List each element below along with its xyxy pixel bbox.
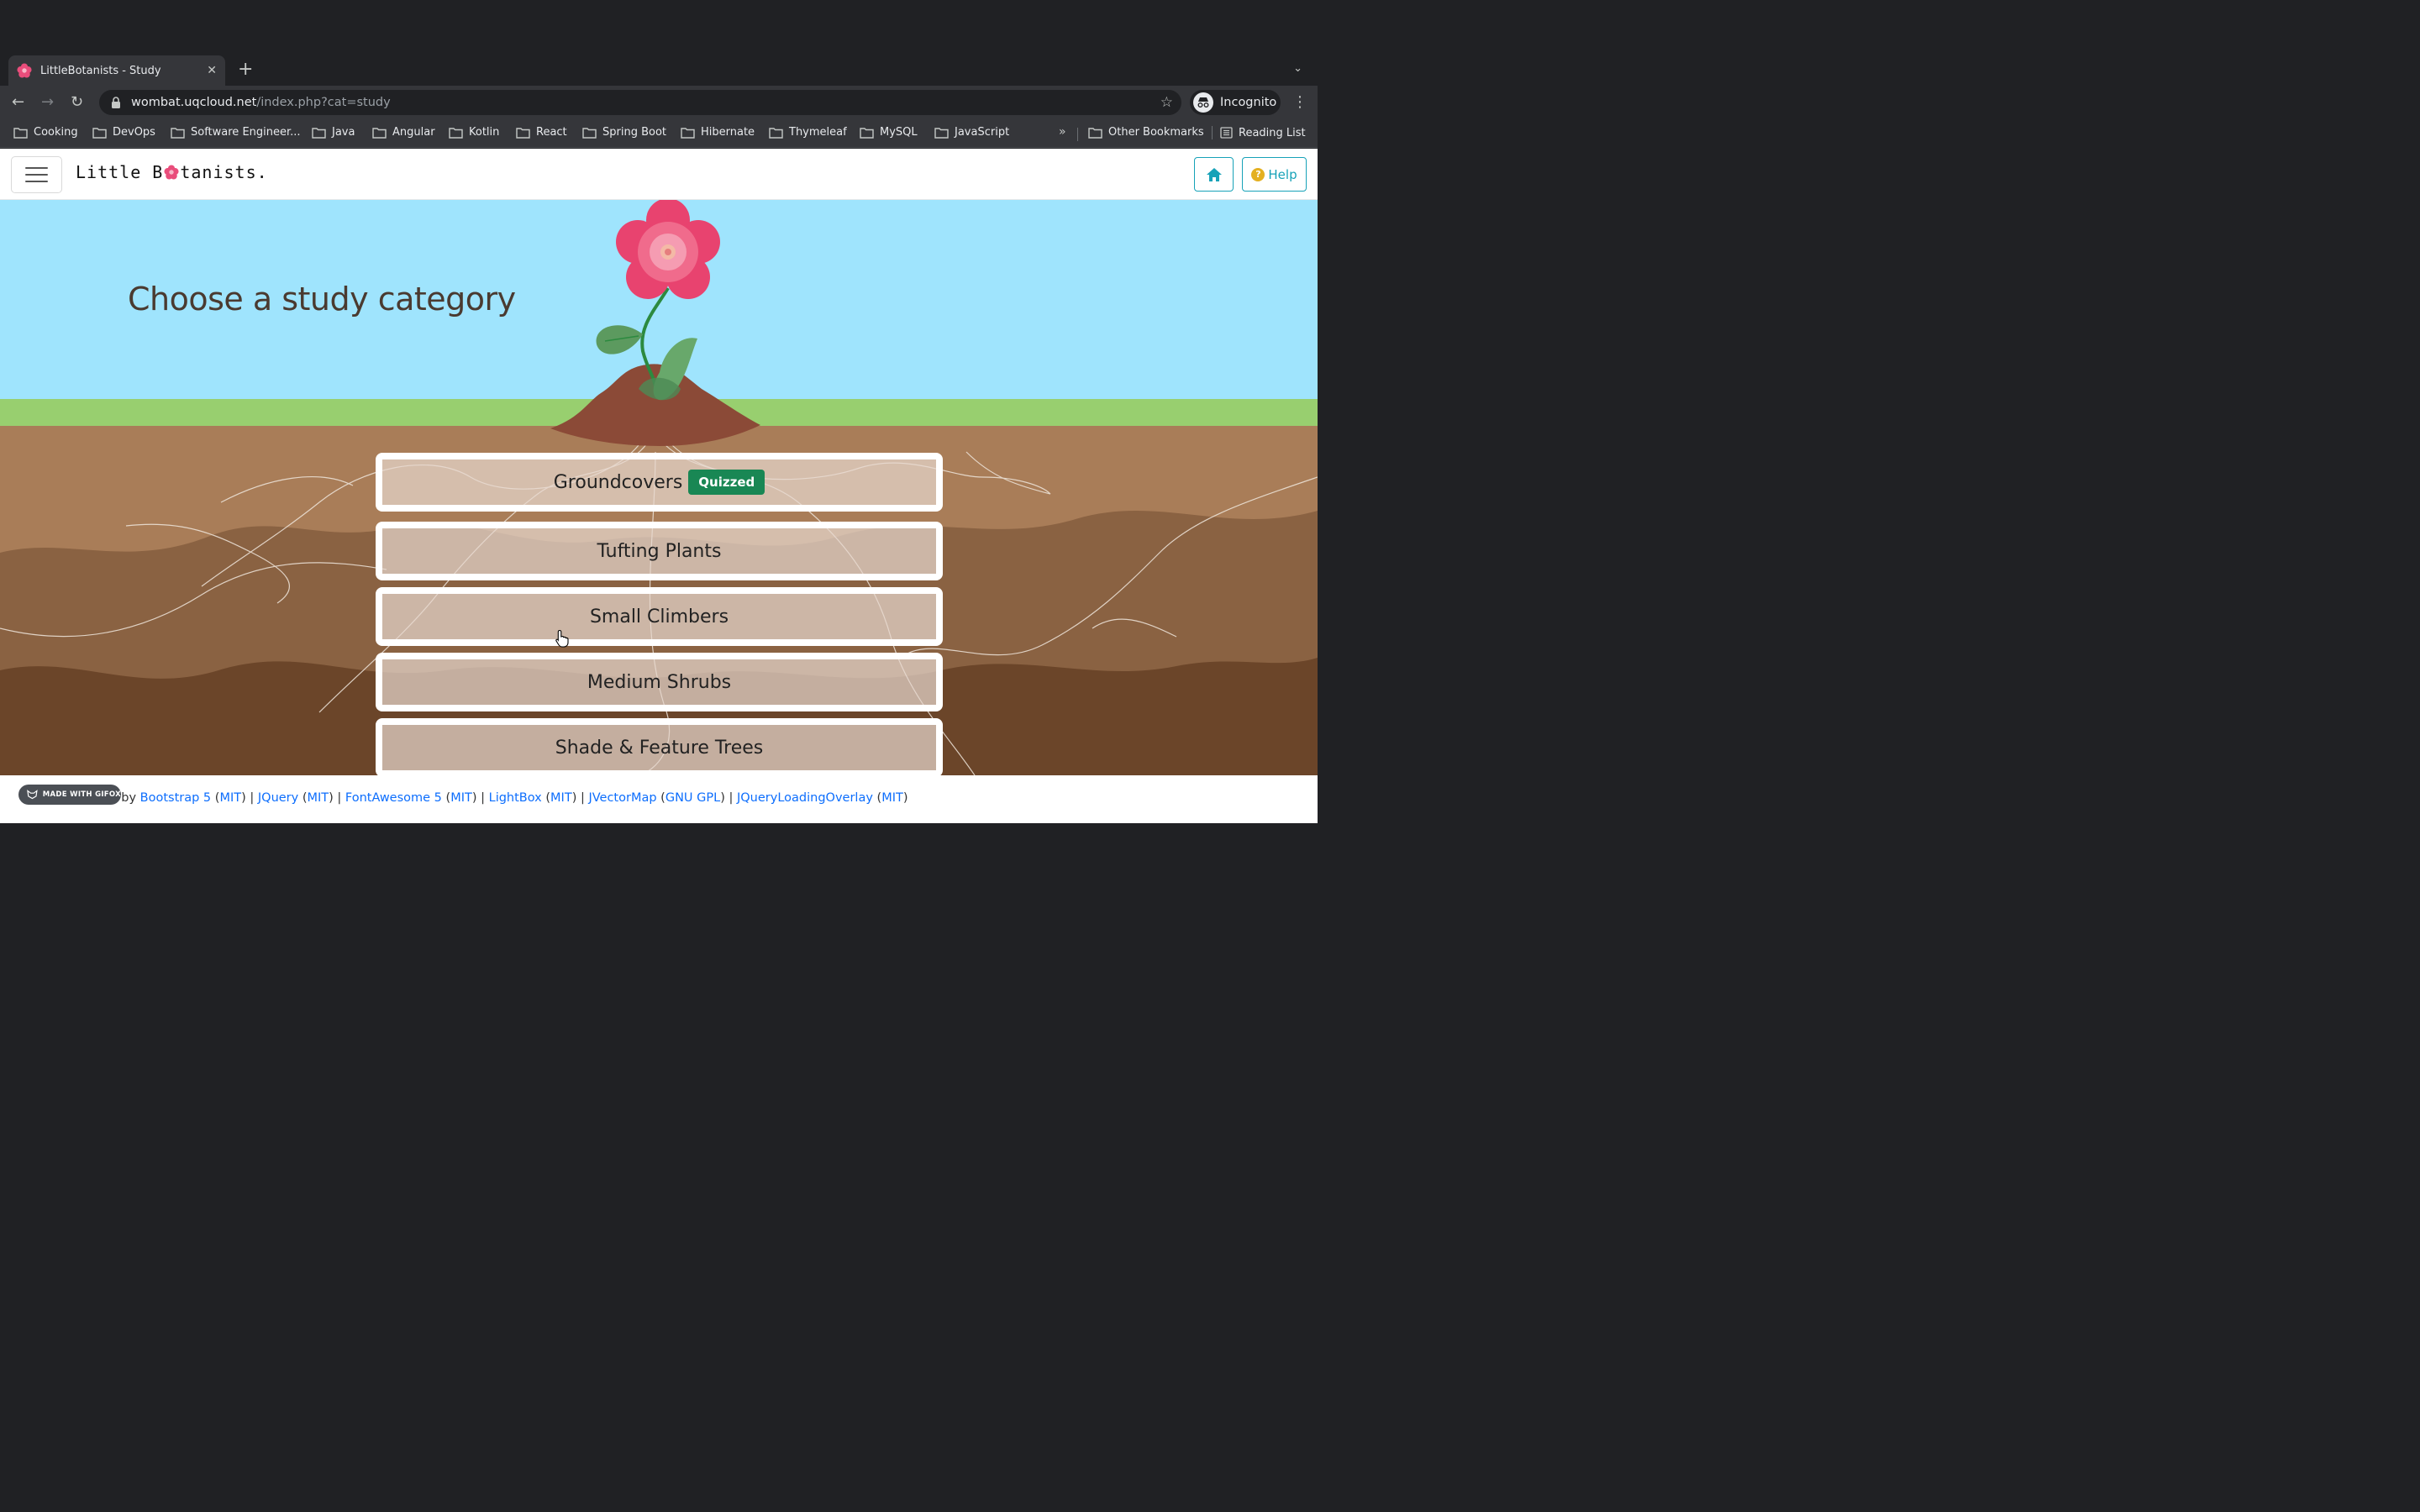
bookmark-software-engineer[interactable]: Software Engineer... [171, 126, 301, 139]
bookmark-devops[interactable]: DevOps [92, 126, 155, 139]
footer-link-bootstrap[interactable]: Bootstrap 5 [140, 791, 212, 805]
folder-icon [582, 127, 597, 139]
flower-logo-icon [164, 165, 179, 180]
footer-license-link[interactable]: GNU GPL [666, 791, 720, 805]
help-button[interactable]: ? Help [1242, 157, 1307, 192]
bookmarks-divider [1077, 128, 1078, 141]
category-label: Small Climbers [589, 606, 729, 627]
hamburger-icon[interactable] [11, 156, 62, 193]
category-label: Groundcovers [553, 471, 683, 493]
folder-icon [1088, 127, 1102, 139]
folder-icon [934, 127, 949, 139]
back-icon[interactable]: ← [12, 92, 24, 113]
home-button[interactable] [1194, 157, 1234, 192]
bookmark-other-bookmarks[interactable]: Other Bookmarks [1088, 126, 1204, 139]
plus-icon[interactable]: + [238, 59, 253, 81]
bookmark-angular[interactable]: Angular [372, 126, 435, 139]
chevron-down-icon[interactable]: ⌄ [1293, 62, 1302, 75]
forward-icon[interactable]: → [41, 92, 54, 113]
folder-icon [681, 127, 695, 139]
browser-toolbar: ← → ↻ wombat.uqcloud.net /index.php?cat=… [0, 86, 1318, 119]
profile-button[interactable]: Incognito [1190, 90, 1281, 115]
hand-cursor-icon [555, 629, 569, 648]
footer-link-jvectormap[interactable]: JVectorMap [588, 791, 656, 805]
footer-license-link[interactable]: MIT [550, 791, 572, 805]
incognito-icon [1193, 92, 1213, 113]
folder-icon [860, 127, 874, 139]
reload-icon[interactable]: ↻ [71, 92, 83, 113]
folder-icon [449, 127, 463, 139]
category-shade-feature-trees-button[interactable]: Shade & Feature Trees [376, 718, 943, 777]
category-medium-shrubs-button[interactable]: Medium Shrubs [376, 653, 943, 711]
folder-icon [92, 127, 107, 139]
bookmarks-overflow-button[interactable]: » [1059, 125, 1066, 139]
folder-icon [171, 127, 185, 139]
folder-icon [372, 127, 387, 139]
fox-icon [27, 790, 38, 800]
bookmark-java[interactable]: Java [312, 126, 355, 139]
footer-link-jqueryloadingoverlay[interactable]: JQueryLoadingOverlay [737, 791, 873, 805]
close-icon[interactable]: ✕ [207, 64, 217, 77]
site-logo[interactable]: Little B tanists. [76, 162, 268, 182]
flower-favicon-icon [17, 63, 32, 78]
folder-icon [769, 127, 783, 139]
home-icon [1206, 167, 1222, 181]
bookmarks-bar: Cooking DevOps Software Engineer... Java… [0, 119, 1318, 148]
site-footer: Powered by Bootstrap 5 (MIT) | JQuery (M… [0, 775, 1318, 823]
footer-license-link[interactable]: MIT [308, 791, 329, 805]
folder-icon [312, 127, 326, 139]
bookmark-mysql[interactable]: MySQL [860, 126, 918, 139]
browser-tab-strip: LittleBotanists - Study ✕ + ⌄ [0, 0, 1318, 86]
star-icon[interactable]: ☆ [1160, 94, 1173, 111]
footer-link-jquery[interactable]: JQuery [258, 791, 298, 805]
category-label: Tufting Plants [597, 540, 722, 562]
category-tufting-plants-button[interactable]: Tufting Plants [376, 522, 943, 580]
bookmark-thymeleaf[interactable]: Thymeleaf [769, 126, 847, 139]
bookmark-react[interactable]: React [516, 126, 567, 139]
question-icon: ? [1251, 167, 1265, 181]
bookmark-javascript[interactable]: JavaScript [934, 126, 1009, 139]
hero-section: Choose a study category Groundcovers Qui… [0, 200, 1318, 777]
category-groundcovers-button[interactable]: Groundcovers Quizzed [376, 453, 943, 512]
site-navbar: Little B tanists. ? Help [0, 149, 1318, 200]
page-title: Choose a study category [128, 281, 516, 318]
bookmark-cooking[interactable]: Cooking [13, 126, 78, 139]
category-label: Shade & Feature Trees [555, 737, 764, 759]
address-bar[interactable]: wombat.uqcloud.net /index.php?cat=study … [99, 90, 1181, 115]
footer-link-lightbox[interactable]: LightBox [489, 791, 542, 805]
footer-license-link[interactable]: MIT [219, 791, 241, 805]
folder-icon [13, 127, 28, 139]
bookmark-kotlin[interactable]: Kotlin [449, 126, 499, 139]
folder-icon [516, 127, 530, 139]
browser-tab-active[interactable]: LittleBotanists - Study ✕ [8, 55, 225, 86]
tab-title: LittleBotanists - Study [40, 64, 161, 77]
quizzed-badge: Quizzed [688, 470, 765, 495]
lock-icon [112, 97, 120, 108]
gifox-watermark: MADE WITH GIFOX [18, 785, 121, 805]
category-small-climbers-button[interactable]: Small Climbers [376, 587, 943, 646]
bookmark-hibernate[interactable]: Hibernate [681, 126, 755, 139]
footer-license-link[interactable]: MIT [450, 791, 472, 805]
url-path: /index.php?cat=study [256, 96, 391, 109]
footer-license-link[interactable]: MIT [881, 791, 903, 805]
reading-list-icon [1220, 127, 1233, 139]
footer-link-fontawesome[interactable]: FontAwesome 5 [345, 791, 442, 805]
web-page: Little B tanists. ? Help Choose a study … [0, 149, 1318, 823]
bookmark-spring-boot[interactable]: Spring Boot [582, 126, 666, 139]
category-label: Medium Shrubs [587, 671, 732, 693]
kebab-icon[interactable]: ⋮ [1292, 92, 1307, 113]
profile-label: Incognito [1220, 96, 1277, 109]
url-host: wombat.uqcloud.net [131, 96, 257, 109]
reading-list-button[interactable]: Reading List [1212, 126, 1306, 139]
